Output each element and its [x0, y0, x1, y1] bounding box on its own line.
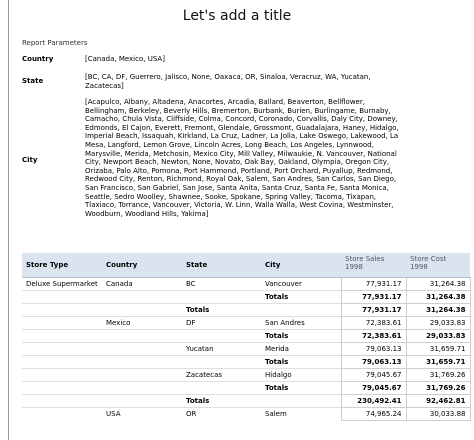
table-body: Deluxe Supermarket Canada BC Vancouver 77,93…: [22, 277, 471, 421]
table-row: Zacatecas Hidalgo 79,045.67 31,769.26: [22, 368, 471, 382]
table-row: Deluxe Supermarket Canada BC Vancouver 77,93…: [22, 277, 471, 291]
cell-store-type: [22, 290, 102, 304]
cell-store-type: Deluxe Supermarket: [22, 277, 102, 291]
report-title: Let's add a title: [182, 8, 292, 24]
cell-country: [102, 368, 182, 382]
cell-store-cost: 31,769.26: [405, 381, 471, 395]
cell-country: [102, 290, 182, 304]
cell-state: Zacatecas: [182, 368, 261, 382]
cell-city: San Andres: [261, 316, 341, 330]
cell-store-cost: 31,769.26: [405, 368, 471, 382]
cell-store-type: [22, 329, 102, 343]
cell-city: Merida: [261, 342, 341, 356]
cell-city: Totals: [261, 381, 341, 395]
cell-store-sales: 72,383.61: [340, 329, 407, 343]
table-row: Totals 77,931.17 31,264.38: [22, 290, 471, 304]
cell-store-sales: 72,383.61: [340, 316, 407, 330]
cell-city: Totals: [261, 329, 341, 343]
cell-store-cost: 31,264.38: [405, 303, 471, 317]
cell-store-cost: 92,462.81: [405, 394, 471, 408]
cell-country: [102, 342, 182, 356]
cell-country: [102, 355, 182, 369]
cell-city: Salem: [261, 407, 341, 421]
cell-store-type: [22, 394, 102, 408]
table-row: Mexico DF San Andres 72,383.61 29,033.83: [22, 316, 471, 330]
cell-state: Totals: [182, 394, 261, 408]
cell-store-type: [22, 368, 102, 382]
cell-store-type: [22, 342, 102, 356]
cell-store-cost: 31,264.38: [405, 290, 471, 304]
cell-country: [102, 394, 182, 408]
header-store-sales[interactable]: Store Sales 1998: [341, 253, 406, 278]
cell-city: Vancouver: [261, 277, 341, 291]
cell-store-sales: 79,045.67: [340, 368, 407, 382]
left-margin-line: [8, 0, 9, 440]
cell-city: Hidalgo: [261, 368, 341, 382]
table-row: Totals 79,045.67 31,769.26: [22, 381, 471, 395]
cell-store-sales: 77,931.17: [340, 303, 407, 317]
table-row: USA OR Salem 74,965.24 30,033.88: [22, 407, 471, 421]
table-header-row: Store Type Country State City Store Sale…: [22, 253, 470, 278]
cell-city: Totals: [261, 355, 341, 369]
cell-store-sales: 77,931.17: [340, 290, 407, 304]
cell-city: [261, 303, 341, 317]
param-label-state: State: [22, 77, 44, 85]
report-parameters-label: Report Parameters: [22, 39, 88, 47]
sales-report-table: Store Type Country State City Store Sale…: [22, 253, 471, 421]
cell-store-cost: 29,033.83: [405, 316, 471, 330]
cell-store-sales: 230,492.41: [340, 394, 407, 408]
cell-store-sales: 79,045.67: [340, 381, 407, 395]
cell-store-type: [22, 303, 102, 317]
cell-store-sales: 74,965.24: [340, 407, 407, 421]
cell-store-cost: 29,033.83: [405, 329, 471, 343]
cell-state: BC: [182, 277, 261, 291]
cell-state: [182, 381, 261, 395]
param-value-city: [Acapulco, Albany, Altadena, Anacortes, …: [85, 98, 399, 218]
cell-country: [102, 381, 182, 395]
cell-country: Canada: [102, 277, 182, 291]
table-row: Totals 79,063.13 31,659.71: [22, 355, 471, 369]
cell-store-type: [22, 355, 102, 369]
cell-store-cost: 31,659.71: [405, 355, 471, 369]
cell-state: DF: [182, 316, 261, 330]
header-store-type[interactable]: Store Type: [22, 253, 102, 278]
param-value-country: [Canada, Mexico, USA]: [85, 55, 165, 63]
cell-country: Mexico: [102, 316, 182, 330]
cell-country: [102, 329, 182, 343]
cell-store-sales: 79,063.13: [340, 355, 407, 369]
cell-store-cost: 30,033.88: [405, 407, 471, 421]
header-country[interactable]: Country: [102, 253, 182, 278]
table-row: Totals 230,492.41 92,462.81: [22, 394, 471, 408]
param-value-state: [BC, CA, DF, Guerrero, Jalisco, None, Oa…: [85, 73, 371, 90]
table-row: Totals 72,383.61 29,033.83: [22, 329, 471, 343]
cell-state: [182, 290, 261, 304]
param-label-city: City: [22, 156, 38, 164]
param-label-country: Country: [22, 55, 54, 63]
cell-city: Totals: [261, 290, 341, 304]
cell-store-sales: 79,063.13: [340, 342, 407, 356]
cell-country: USA: [102, 407, 182, 421]
cell-city: [261, 394, 341, 408]
cell-state: [182, 329, 261, 343]
cell-store-type: [22, 381, 102, 395]
cell-store-type: [22, 316, 102, 330]
header-city[interactable]: City: [261, 253, 341, 278]
cell-state: [182, 355, 261, 369]
table-row: Totals 77,931.17 31,264.38: [22, 303, 471, 317]
header-state[interactable]: State: [182, 253, 261, 278]
cell-store-cost: 31,659.71: [405, 342, 471, 356]
cell-state: OR: [182, 407, 261, 421]
cell-state: Yucatan: [182, 342, 261, 356]
cell-country: [102, 303, 182, 317]
table-row: Yucatan Merida 79,063.13 31,659.71: [22, 342, 471, 356]
cell-store-cost: 31,264.38: [405, 277, 471, 291]
cell-state: Totals: [182, 303, 261, 317]
cell-store-type: [22, 407, 102, 421]
header-store-cost[interactable]: Store Cost 1998: [406, 253, 470, 278]
cell-store-sales: 77,931.17: [340, 277, 407, 291]
